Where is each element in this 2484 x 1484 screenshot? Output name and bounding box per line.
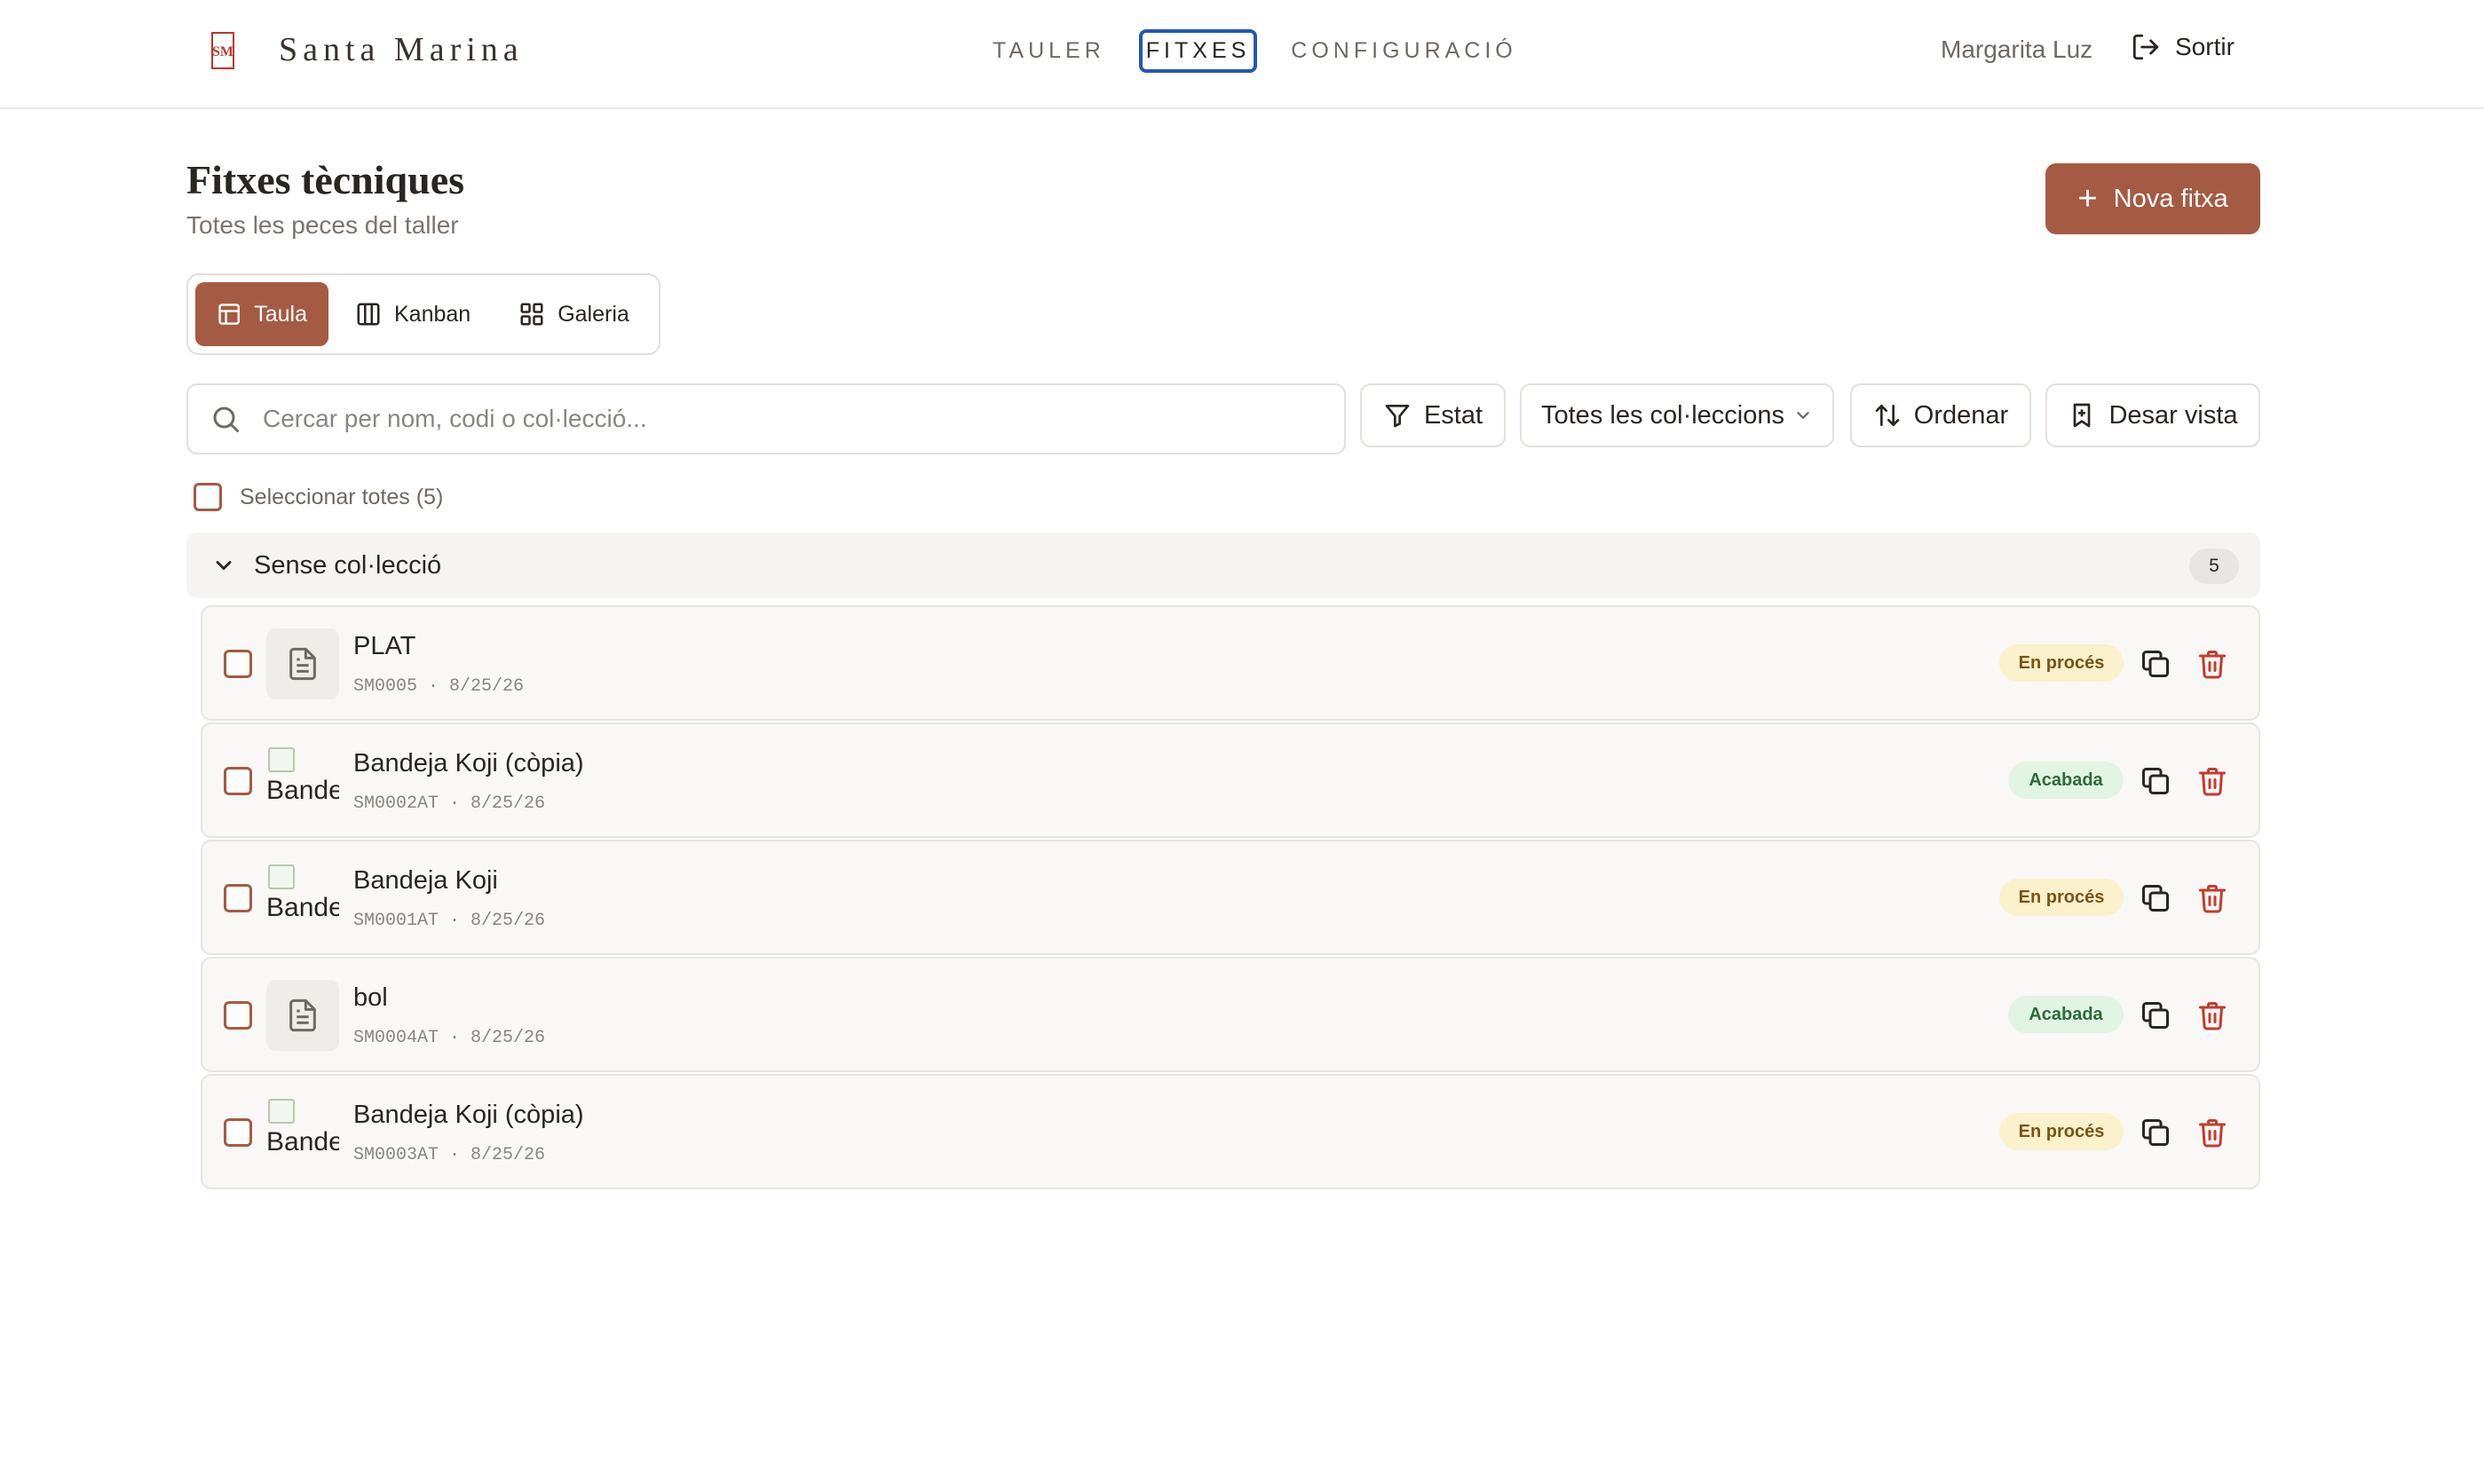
row-checkbox[interactable] <box>224 1001 252 1030</box>
sort-icon <box>1875 405 1900 426</box>
group-count-badge: 5 <box>2189 549 2239 584</box>
chevron-down-icon <box>1797 412 1809 420</box>
brand-name[interactable]: Santa Marina <box>279 30 524 69</box>
view-gallery-button[interactable]: Galeria <box>497 282 651 346</box>
view-switcher: Taula Kanban Galeria <box>186 273 661 355</box>
page-subtitle: Totes les peces del taller <box>186 211 459 239</box>
nav-fitxes[interactable]: FITXES <box>1138 28 1258 73</box>
plus-icon: + <box>2077 180 2098 217</box>
user-name: Margarita Luz <box>1941 36 2093 63</box>
sheet-row[interactable]: Bandeja Koji (còpia) Bandeja Koji (còpia… <box>201 1074 2260 1189</box>
save-view-label: Desar vista <box>2108 400 2238 430</box>
search-box <box>186 383 1346 454</box>
table-icon <box>218 304 240 325</box>
select-all-checkbox[interactable] <box>194 483 222 511</box>
row-meta: SM0003AT · 8/25/26 <box>353 1145 546 1165</box>
row-name[interactable]: Bandeja Koji <box>353 866 498 896</box>
brand-logo-icon[interactable]: SM <box>210 32 236 69</box>
save-view-button[interactable]: Desar vista <box>2045 383 2260 447</box>
status-filter-label: Estat <box>1423 400 1483 430</box>
row-checkbox[interactable] <box>224 650 252 678</box>
status-badge: En procés <box>1999 644 2124 682</box>
row-thumbnail <box>266 628 339 699</box>
row-name[interactable]: bol <box>353 983 388 1013</box>
logout-button[interactable]: Sortir <box>2131 32 2235 62</box>
copy-icon[interactable] <box>2140 648 2172 680</box>
view-kanban-label: Kanban <box>394 301 471 327</box>
view-kanban-button[interactable]: Kanban <box>334 282 492 346</box>
logout-icon <box>2132 34 2159 60</box>
row-name[interactable]: PLAT <box>353 632 415 661</box>
trash-icon[interactable] <box>2196 999 2228 1031</box>
search-input[interactable] <box>263 405 1310 433</box>
copy-icon[interactable] <box>2140 882 2172 914</box>
copy-icon[interactable] <box>2140 765 2172 797</box>
row-name[interactable]: Bandeja Koji (còpia) <box>353 1101 584 1130</box>
status-badge: Acabada <box>2008 762 2124 799</box>
image-alt-text: Bandeja Koji <box>266 893 339 922</box>
status-filter-button[interactable]: Estat <box>1360 383 1506 447</box>
group-label: Sense col·lecció <box>254 550 442 580</box>
sheet-row[interactable]: Bandeja Koji Bandeja Koji SM0001AT · 8/2… <box>201 840 2260 955</box>
trash-icon[interactable] <box>2196 648 2228 680</box>
copy-icon[interactable] <box>2140 1117 2172 1149</box>
row-thumbnail: Bandeja Koji (còpia) <box>266 1097 339 1168</box>
columns-icon <box>357 303 380 326</box>
view-gallery-label: Galeria <box>558 301 629 327</box>
bookmark-plus-icon <box>2074 403 2091 428</box>
row-meta: SM0004AT · 8/25/26 <box>353 1028 546 1048</box>
status-badge: En procés <box>1999 879 2124 916</box>
page-title: Fitxes tècniques <box>186 157 465 202</box>
trash-icon[interactable] <box>2196 765 2228 797</box>
copy-icon[interactable] <box>2140 999 2172 1031</box>
app-header: SM Santa Marina TAULER FITXES CONFIGURAC… <box>0 0 2484 109</box>
broken-image-icon <box>268 1099 295 1124</box>
new-sheet-button[interactable]: + Nova fitxa <box>2045 163 2260 234</box>
select-all[interactable]: Seleccionar totes (5) <box>194 483 443 511</box>
status-badge: En procés <box>1999 1113 2124 1150</box>
sort-button[interactable]: Ordenar <box>1850 383 2031 447</box>
sort-label: Ordenar <box>1913 400 2009 430</box>
status-badge: Acabada <box>2008 996 2124 1033</box>
image-alt-text: Bandeja Koji (còpia) <box>266 776 339 805</box>
row-meta: SM0001AT · 8/25/26 <box>353 911 546 931</box>
main-nav: TAULER FITXES CONFIGURACIÓ <box>985 25 1551 76</box>
trash-icon[interactable] <box>2196 882 2228 914</box>
sheet-row[interactable]: Bandeja Koji (còpia) Bandeja Koji (còpia… <box>201 722 2260 838</box>
sheet-row[interactable]: bol SM0004AT · 8/25/26 Acabada <box>201 957 2260 1072</box>
logout-label: Sortir <box>2175 33 2235 60</box>
svg-text:SM: SM <box>212 44 233 59</box>
nav-configuracio[interactable]: CONFIGURACIÓ <box>1284 29 1523 73</box>
row-thumbnail <box>266 980 339 1051</box>
view-table-label: Taula <box>254 301 307 327</box>
document-icon <box>289 647 316 681</box>
row-checkbox[interactable] <box>224 1118 252 1147</box>
row-checkbox[interactable] <box>224 884 252 912</box>
sheet-list: PLAT SM0005 · 8/25/26 En procés Bandeja … <box>201 605 2260 1191</box>
nav-tauler[interactable]: TAULER <box>985 29 1112 73</box>
sheet-row[interactable]: PLAT SM0005 · 8/25/26 En procés <box>201 605 2260 721</box>
filter-icon <box>1385 405 1410 428</box>
grid-icon <box>520 303 543 326</box>
collections-select-label: Totes les col·leccions <box>1541 400 1784 430</box>
collection-group-header[interactable]: Sense col·lecció 5 <box>186 533 2260 598</box>
image-alt-text: Bandeja Koji (còpia) <box>266 1127 339 1156</box>
select-all-label: Seleccionar totes (5) <box>240 484 444 509</box>
collections-select[interactable]: Totes les col·leccions <box>1520 383 1834 447</box>
view-table-button[interactable]: Taula <box>195 282 328 346</box>
document-icon <box>289 999 316 1032</box>
row-meta: SM0005 · 8/25/26 <box>353 676 525 697</box>
chevron-down-icon <box>216 561 232 571</box>
row-meta: SM0002AT · 8/25/26 <box>353 793 546 814</box>
trash-icon[interactable] <box>2196 1117 2228 1149</box>
row-name[interactable]: Bandeja Koji (còpia) <box>353 749 584 778</box>
row-thumbnail: Bandeja Koji (còpia) <box>266 746 339 817</box>
row-thumbnail: Bandeja Koji <box>266 863 339 934</box>
row-checkbox[interactable] <box>224 767 252 795</box>
broken-image-icon <box>268 864 295 889</box>
broken-image-icon <box>268 747 295 772</box>
search-icon <box>213 407 239 432</box>
new-sheet-label: Nova fitxa <box>2113 184 2228 213</box>
